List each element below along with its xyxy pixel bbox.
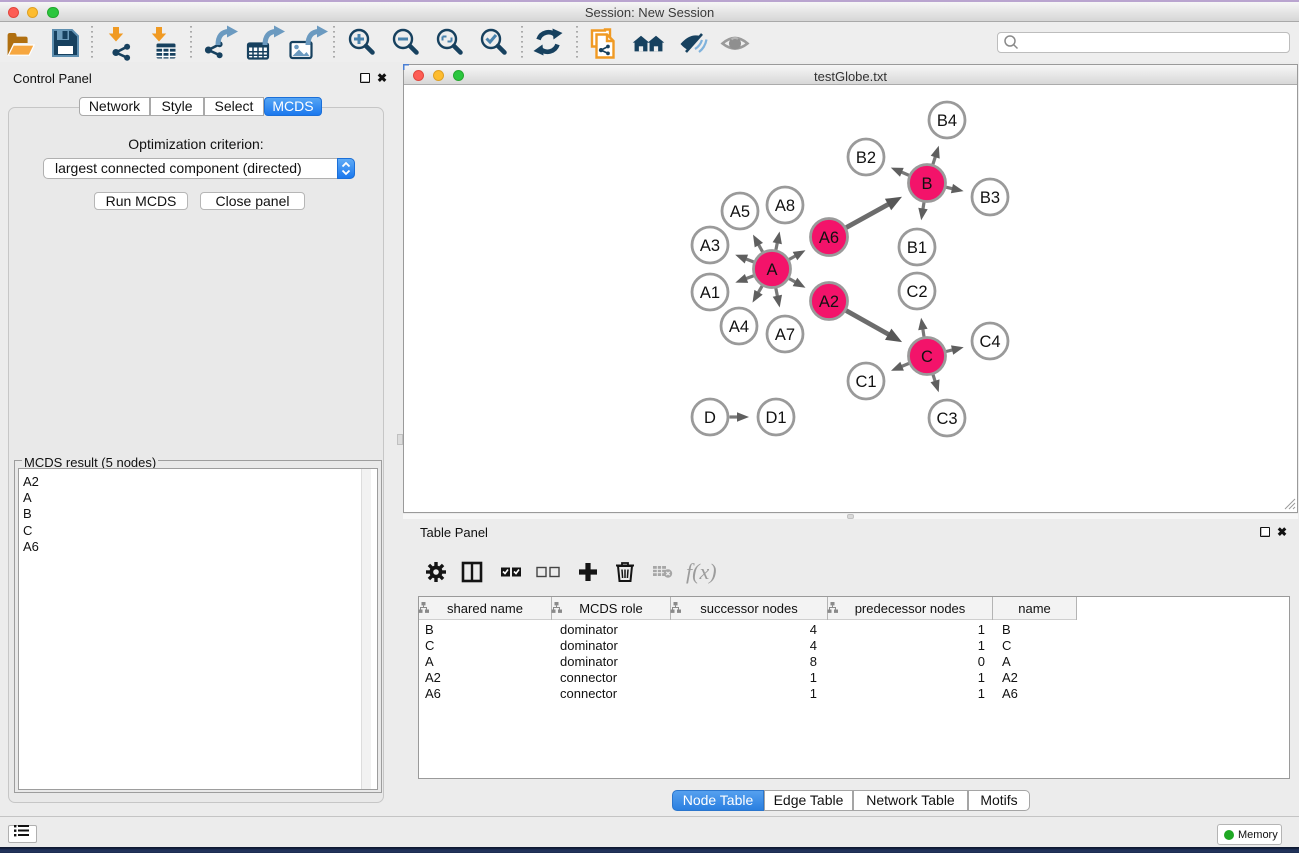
svg-text:C1: C1 [855,373,876,391]
svg-text:A5: A5 [730,203,750,221]
svg-text:A8: A8 [775,197,795,215]
svg-text:D: D [704,409,716,427]
svg-text:B: B [921,175,932,193]
svg-text:B1: B1 [907,239,927,257]
svg-text:A: A [766,261,777,279]
svg-text:A1: A1 [700,284,720,302]
svg-text:A2: A2 [819,293,839,311]
svg-text:C3: C3 [936,410,957,428]
svg-text:A4: A4 [729,318,749,336]
svg-text:B2: B2 [856,149,876,167]
svg-text:C2: C2 [906,283,927,301]
svg-text:D1: D1 [765,409,786,427]
svg-text:B3: B3 [980,189,1000,207]
svg-text:C4: C4 [979,333,1000,351]
svg-text:A3: A3 [700,237,720,255]
svg-text:A6: A6 [819,229,839,247]
svg-text:f(x): f(x) [686,559,717,584]
svg-text:C: C [921,348,933,366]
svg-text:A7: A7 [775,326,795,344]
svg-text:B4: B4 [937,112,957,130]
